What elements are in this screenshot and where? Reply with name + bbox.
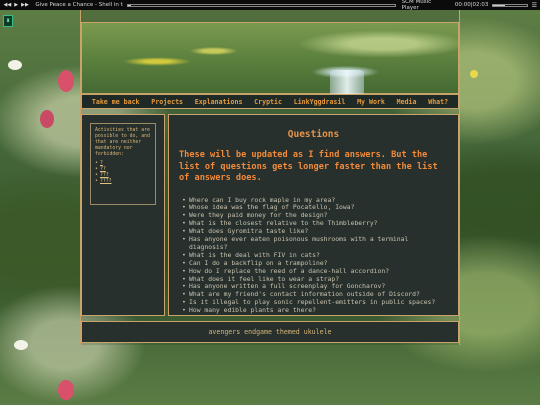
question-item: How many edible plants are there? [179, 306, 450, 315]
nav-linkyggdrasil[interactable]: LinkYggdrasil [294, 98, 346, 106]
track-title: Give Peace a Chance - Shell in the Pit [35, 2, 123, 8]
music-player-bar: ◀◀ ▶ ▶▶ Give Peace a Chance - Shell in t… [0, 0, 540, 11]
pink-flower-decoration [40, 110, 54, 128]
next-icon[interactable]: ▶▶ [21, 2, 30, 8]
volume-slider[interactable] [492, 3, 528, 7]
page-title: Questions [287, 129, 340, 140]
white-flower-decoration [8, 60, 22, 70]
sidebar-link[interactable]: ???? [95, 179, 151, 185]
site-icon[interactable]: ♜ [3, 15, 13, 27]
nav-cryptic[interactable]: Cryptic [254, 98, 282, 106]
main-nav: Take me back Projects Explanations Crypt… [81, 94, 459, 109]
prev-icon[interactable]: ◀◀ [3, 2, 12, 8]
sidebar-links: ? ?? ??? ???? [95, 161, 151, 185]
pink-flower-decoration [58, 70, 74, 92]
yellow-flower-decoration [470, 70, 478, 78]
questions-list: Where can I buy rock maple in my area? W… [179, 196, 450, 316]
sidebar-box: Activities that are possible to do, and … [90, 123, 156, 205]
header-banner [81, 22, 459, 94]
glass-jar-decoration [330, 70, 364, 94]
white-flower-decoration [14, 340, 28, 350]
progress-slider[interactable] [127, 3, 396, 7]
footer: avengers endgame themed ukulele [81, 321, 459, 343]
nav-projects[interactable]: Projects [151, 98, 183, 106]
sidebar: Activities that are possible to do, and … [81, 114, 165, 316]
sidebar-text: Activities that are possible to do, and … [95, 128, 150, 157]
question-item: Has anyone ever eaten poisonous mushroom… [179, 235, 450, 252]
nav-explanations[interactable]: Explanations [195, 98, 243, 106]
main-content: Questions These will be updated as I fin… [168, 114, 459, 316]
nav-media[interactable]: Media [397, 98, 417, 106]
time-display: 00:00|02:03 [454, 2, 489, 8]
nav-my-work[interactable]: My Work [357, 98, 385, 106]
playlist-icon[interactable]: ☰ [532, 2, 537, 9]
pink-flower-decoration [58, 380, 74, 400]
nav-take-me-back[interactable]: Take me back [92, 98, 140, 106]
play-icon[interactable]: ▶ [12, 2, 21, 8]
intro-text: These will be updated as I find answers.… [179, 150, 438, 183]
nav-what[interactable]: What? [428, 98, 448, 106]
